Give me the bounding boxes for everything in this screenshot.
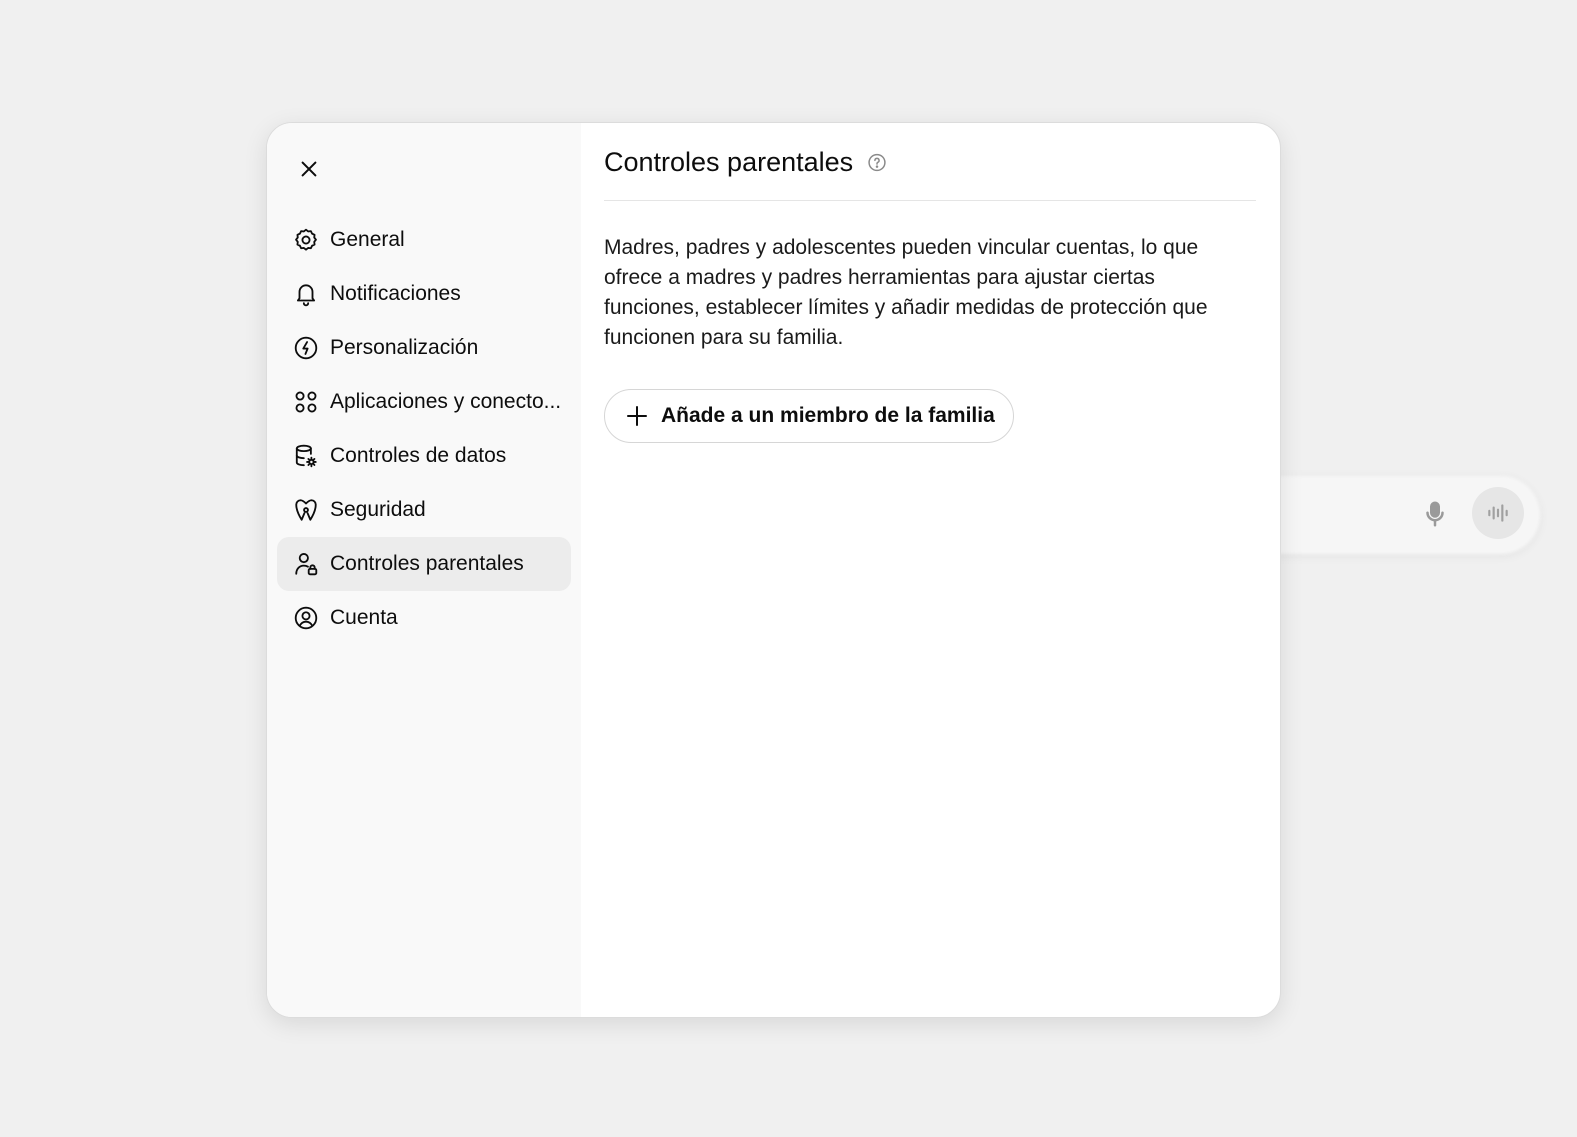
database-gear-icon	[293, 443, 319, 469]
plus-icon	[625, 404, 649, 428]
settings-sidebar: General Notificaciones Personalización A…	[267, 123, 581, 1017]
sidebar-item-label: Personalización	[330, 336, 479, 359]
sidebar-item-label: Seguridad	[330, 498, 426, 521]
sidebar-item-notificaciones[interactable]: Notificaciones	[277, 267, 571, 321]
sidebar-item-personalizacion[interactable]: Personalización	[277, 321, 571, 375]
sidebar-item-controles-datos[interactable]: Controles de datos	[277, 429, 571, 483]
voice-mode-icon	[1472, 487, 1524, 539]
sidebar-item-label: Cuenta	[330, 606, 398, 629]
add-family-member-button[interactable]: Añade a un miembro de la familia	[604, 389, 1014, 443]
shield-lock-icon	[293, 497, 319, 523]
help-icon[interactable]	[867, 153, 887, 173]
bell-icon	[293, 281, 319, 307]
sidebar-item-aplicaciones[interactable]: Aplicaciones y conecto...	[277, 375, 571, 429]
settings-nav: General Notificaciones Personalización A…	[277, 213, 571, 645]
gear-icon	[293, 227, 319, 253]
add-family-member-label: Añade a un miembro de la familia	[661, 404, 995, 427]
close-button[interactable]	[291, 151, 327, 187]
personalization-icon	[293, 335, 319, 361]
parental-controls-description: Madres, padres y adolescentes pueden vin…	[604, 236, 1208, 349]
microphone-icon	[1420, 499, 1450, 529]
sidebar-item-label: Notificaciones	[330, 282, 461, 305]
close-icon	[301, 161, 317, 177]
sidebar-item-label: General	[330, 228, 405, 251]
sidebar-item-seguridad[interactable]: Seguridad	[277, 483, 571, 537]
sidebar-item-label: Controles de datos	[330, 444, 507, 467]
sidebar-item-general[interactable]: General	[277, 213, 571, 267]
page-title: Controles parentales	[604, 147, 854, 177]
user-circle-icon	[293, 605, 319, 631]
sidebar-item-label: Controles parentales	[330, 552, 524, 575]
apps-icon	[293, 389, 319, 415]
sidebar-item-cuenta[interactable]: Cuenta	[277, 591, 571, 645]
content-header: Controles parentales	[604, 123, 1256, 201]
sidebar-item-label: Aplicaciones y conecto...	[330, 390, 562, 413]
settings-modal: General Notificaciones Personalización A…	[266, 122, 1281, 1018]
sidebar-item-controles-parentales[interactable]: Controles parentales	[277, 537, 571, 591]
user-lock-icon	[293, 551, 319, 577]
settings-content: Controles parentales Madres, padres y ad…	[581, 123, 1280, 1017]
